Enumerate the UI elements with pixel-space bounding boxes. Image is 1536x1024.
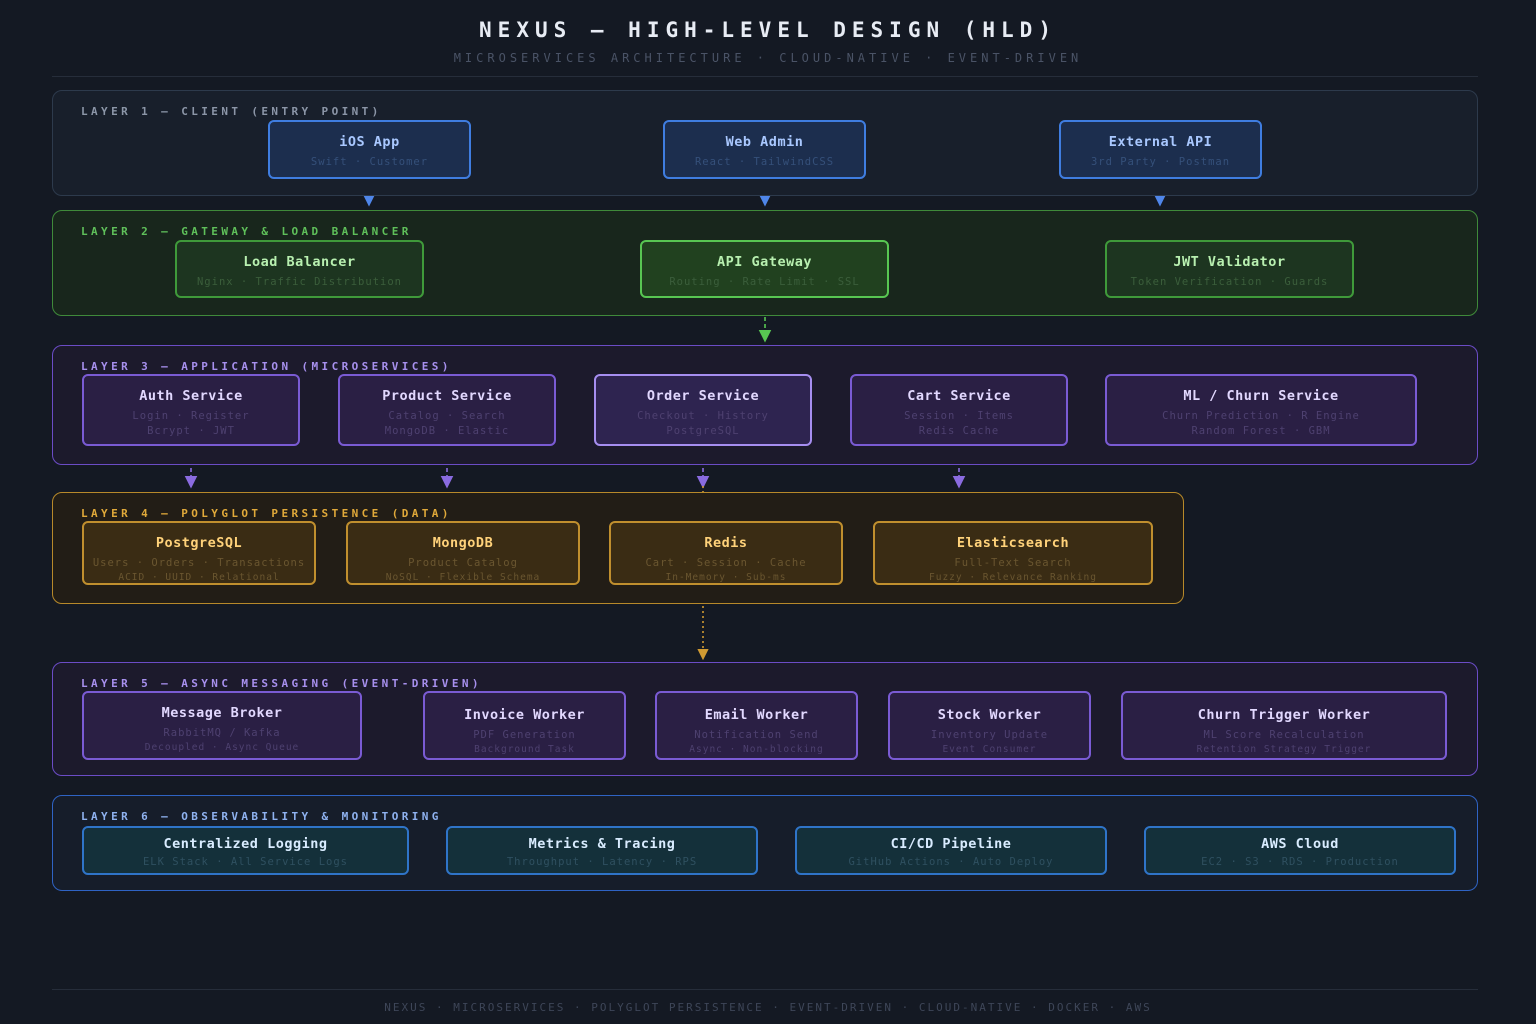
- node-external-api: External API 3rd Party · Postman: [1059, 120, 1262, 179]
- node-title: Metrics & Tracing: [528, 836, 676, 852]
- node-subtitle: Async · Non-blocking: [689, 744, 824, 755]
- node-title: iOS App: [339, 134, 400, 150]
- node-auth-service: Auth Service Login · Register Bcrypt · J…: [82, 374, 300, 446]
- node-cicd-pipeline: CI/CD Pipeline GitHub Actions · Auto Dep…: [795, 826, 1107, 875]
- node-subtitle: Cart · Session · Cache: [645, 557, 807, 569]
- node-title: External API: [1108, 134, 1213, 150]
- node-title: Redis: [704, 535, 748, 551]
- node-subtitle: Token Verification · Guards: [1130, 276, 1329, 288]
- layer-title: LAYER 6 — OBSERVABILITY & MONITORING: [81, 810, 442, 823]
- node-subtitle: Random Forest · GBM: [1191, 425, 1331, 437]
- node-title: JWT Validator: [1173, 254, 1286, 270]
- node-api-gateway: API Gateway Routing · Rate Limit · SSL: [640, 240, 889, 298]
- node-subtitle: Retention Strategy Trigger: [1196, 744, 1372, 755]
- node-title: CI/CD Pipeline: [890, 836, 1012, 852]
- node-subtitle: Event Consumer: [942, 744, 1037, 755]
- layer-title: LAYER 2 — GATEWAY & LOAD BALANCER: [81, 225, 412, 238]
- node-order-service: Order Service Checkout · History Postgre…: [594, 374, 812, 446]
- node-title: Web Admin: [725, 134, 804, 150]
- node-title: Invoice Worker: [464, 707, 585, 723]
- node-aws-cloud: AWS Cloud EC2 · S3 · RDS · Production: [1144, 826, 1456, 875]
- node-mongodb: MongoDB Product Catalog NoSQL · Flexible…: [346, 521, 580, 585]
- footer-tags: NEXUS · MICROSERVICES · POLYGLOT PERSIST…: [384, 1001, 1152, 1014]
- footer-divider: [52, 989, 1478, 990]
- node-title: Centralized Logging: [163, 836, 328, 852]
- node-product-service: Product Service Catalog · Search MongoDB…: [338, 374, 556, 446]
- node-title: Email Worker: [704, 707, 809, 723]
- node-title: MongoDB: [432, 535, 494, 551]
- node-subtitle: Routing · Rate Limit · SSL: [669, 276, 860, 288]
- node-subtitle: Decoupled · Async Queue: [144, 742, 300, 753]
- node-title: Product Service: [382, 388, 512, 404]
- node-subtitle: Notification Send: [694, 729, 819, 741]
- node-subtitle: NoSQL · Flexible Schema: [385, 572, 541, 583]
- node-subtitle: Users · Orders · Transactions: [92, 557, 306, 569]
- node-title: Stock Worker: [937, 707, 1042, 723]
- node-subtitle: Fuzzy · Relevance Ranking: [929, 572, 1097, 583]
- node-message-broker: Message Broker RabbitMQ / Kafka Decouple…: [82, 691, 362, 760]
- node-title: Load Balancer: [243, 254, 356, 270]
- node-subtitle: EC2 · S3 · RDS · Production: [1201, 856, 1399, 868]
- node-title: ML / Churn Service: [1183, 388, 1339, 404]
- node-subtitle: Throughput · Latency · RPS: [506, 856, 698, 868]
- node-invoice-worker: Invoice Worker PDF Generation Background…: [423, 691, 626, 760]
- node-subtitle: PDF Generation: [473, 729, 576, 741]
- layer-title: LAYER 1 — CLIENT (ENTRY POINT): [81, 105, 382, 118]
- node-title: Message Broker: [161, 705, 283, 721]
- node-subtitle: RabbitMQ / Kafka: [163, 727, 281, 739]
- node-subtitle: ELK Stack · All Service Logs: [142, 856, 348, 868]
- node-redis: Redis Cart · Session · Cache In-Memory ·…: [609, 521, 843, 585]
- node-subtitle: Session · Items: [904, 410, 1014, 422]
- node-title: Auth Service: [139, 388, 243, 404]
- node-title: AWS Cloud: [1261, 836, 1339, 852]
- node-subtitle: PostgreSQL: [666, 425, 740, 437]
- node-subtitle: ACID · UUID · Relational: [118, 572, 280, 583]
- node-subtitle: Nginx · Traffic Distribution: [196, 276, 402, 288]
- layer-title: LAYER 3 — APPLICATION (MICROSERVICES): [81, 360, 452, 373]
- node-ios-app: iOS App Swift · Customer: [268, 120, 471, 179]
- node-ml-churn-service: ML / Churn Service Churn Prediction · R …: [1105, 374, 1417, 446]
- node-subtitle: Churn Prediction · R Engine: [1162, 410, 1360, 422]
- node-elasticsearch: Elasticsearch Full-Text Search Fuzzy · R…: [873, 521, 1153, 585]
- node-jwt-validator: JWT Validator Token Verification · Guard…: [1105, 240, 1354, 298]
- node-subtitle: Product Catalog: [408, 557, 518, 569]
- node-subtitle: Inventory Update: [930, 729, 1049, 741]
- node-subtitle: Catalog · Search: [388, 410, 506, 422]
- node-web-admin: Web Admin React · TailwindCSS: [663, 120, 866, 179]
- node-subtitle: Bcrypt · JWT: [147, 425, 235, 437]
- node-subtitle: Redis Cache: [918, 425, 1000, 437]
- node-subtitle: Login · Register: [132, 410, 250, 422]
- layer-title: LAYER 4 — POLYGLOT PERSISTENCE (DATA): [81, 507, 452, 520]
- node-churn-trigger-worker: Churn Trigger Worker ML Score Recalculat…: [1121, 691, 1447, 760]
- node-subtitle: Swift · Customer: [310, 156, 429, 168]
- node-title: API Gateway: [717, 254, 812, 270]
- node-subtitle: In-Memory · Sub-ms: [665, 572, 787, 583]
- node-title: Order Service: [646, 388, 760, 404]
- node-subtitle: MongoDB · Elastic: [384, 425, 510, 437]
- node-title: PostgreSQL: [155, 535, 243, 551]
- node-postgresql: PostgreSQL Users · Orders · Transactions…: [82, 521, 316, 585]
- node-subtitle: ML Score Recalculation: [1203, 729, 1365, 741]
- node-title: Elasticsearch: [956, 535, 1070, 551]
- node-subtitle: Background Task: [474, 744, 575, 755]
- node-subtitle: React · TailwindCSS: [694, 156, 835, 168]
- node-title: Churn Trigger Worker: [1197, 707, 1371, 723]
- node-centralized-logging: Centralized Logging ELK Stack · All Serv…: [82, 826, 409, 875]
- node-stock-worker: Stock Worker Inventory Update Event Cons…: [888, 691, 1091, 760]
- layer-title: LAYER 5 — ASYNC MESSAGING (EVENT-DRIVEN): [81, 677, 482, 690]
- node-subtitle: GitHub Actions · Auto Deploy: [848, 856, 1054, 868]
- node-subtitle: Checkout · History: [637, 410, 769, 422]
- node-email-worker: Email Worker Notification Send Async · N…: [655, 691, 858, 760]
- node-subtitle: 3rd Party · Postman: [1090, 156, 1231, 168]
- node-title: Cart Service: [907, 388, 1011, 404]
- node-metrics-tracing: Metrics & Tracing Throughput · Latency ·…: [446, 826, 758, 875]
- node-cart-service: Cart Service Session · Items Redis Cache: [850, 374, 1068, 446]
- node-load-balancer: Load Balancer Nginx · Traffic Distributi…: [175, 240, 424, 298]
- node-subtitle: Full-Text Search: [954, 557, 1072, 569]
